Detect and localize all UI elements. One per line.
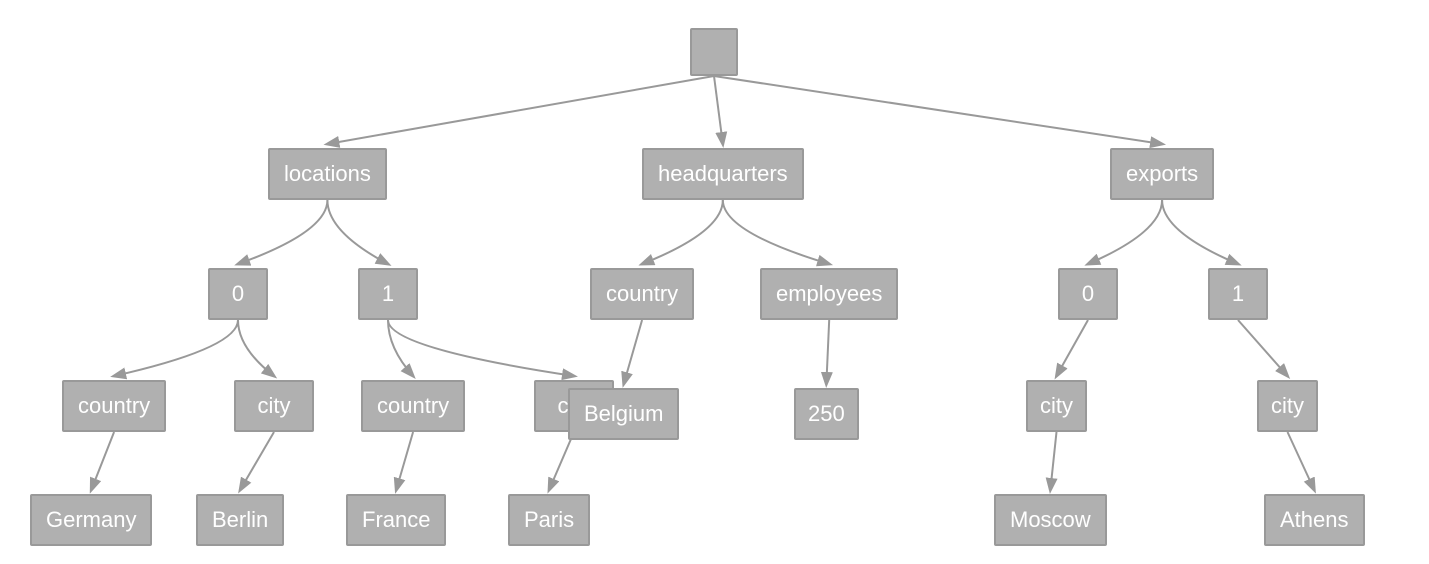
exp0-moscow-node: Moscow (994, 494, 1107, 546)
exp0-city-node: city (1026, 380, 1087, 432)
exports-node: exports (1110, 148, 1214, 200)
exp-0-node: 0 (1058, 268, 1118, 320)
hq-employees-node: employees (760, 268, 898, 320)
exp1-athens-node: Athens (1264, 494, 1365, 546)
loc0-city-node: city (234, 380, 314, 432)
locations-node: locations (268, 148, 387, 200)
loc1-france-node: France (346, 494, 446, 546)
loc1-country-node: country (361, 380, 465, 432)
exp-1-node: 1 (1208, 268, 1268, 320)
loc-1-node: 1 (358, 268, 418, 320)
hq-250-node: 250 (794, 388, 859, 440)
loc0-country-node: country (62, 380, 166, 432)
headquarters-node: headquarters (642, 148, 804, 200)
hq-belgium-node: Belgium (568, 388, 679, 440)
loc0-berlin-node: Berlin (196, 494, 284, 546)
loc1-paris-node: Paris (508, 494, 590, 546)
loc-0-node: 0 (208, 268, 268, 320)
root-node (690, 28, 738, 76)
hq-country-node: country (590, 268, 694, 320)
loc0-germany-node: Germany (30, 494, 152, 546)
exp1-city-node: city (1257, 380, 1318, 432)
